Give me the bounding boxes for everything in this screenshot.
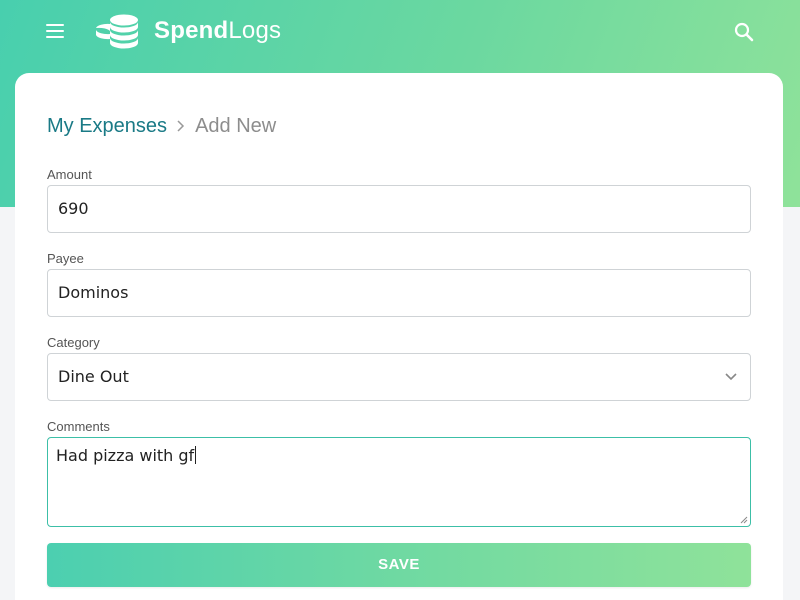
resize-grip-icon[interactable] xyxy=(740,516,748,524)
save-button[interactable]: SAVE xyxy=(47,543,751,587)
chevron-right-icon xyxy=(167,112,195,140)
text-cursor xyxy=(195,446,197,464)
brand-bold-text: Spend xyxy=(154,17,229,44)
amount-input[interactable]: 690 xyxy=(47,185,751,233)
payee-label: Payee xyxy=(47,251,84,266)
app-bar: SpendLogs xyxy=(0,0,800,62)
search-icon[interactable] xyxy=(732,20,756,44)
category-select[interactable]: Dine Out xyxy=(47,353,751,401)
hamburger-menu-icon[interactable] xyxy=(44,20,68,42)
comments-textarea[interactable]: Had pizza with gf xyxy=(47,437,751,527)
category-label: Category xyxy=(47,335,100,350)
brand-light-text: Logs xyxy=(228,17,282,44)
breadcrumb-current-page: Add New xyxy=(195,114,277,137)
comments-label: Comments xyxy=(47,419,110,434)
amount-label: Amount xyxy=(47,167,92,182)
app-brand-name: SpendLogs xyxy=(154,16,281,46)
breadcrumb-my-expenses-link[interactable]: My Expenses xyxy=(47,115,167,138)
comments-text: Had pizza with gf xyxy=(56,446,195,465)
payee-input[interactable]: Dominos xyxy=(47,269,751,317)
coin-stack-icon xyxy=(96,14,138,49)
category-selected-value: Dine Out xyxy=(58,367,129,386)
breadcrumb: My Expenses Add New xyxy=(47,112,276,140)
chevron-down-icon xyxy=(725,373,737,381)
